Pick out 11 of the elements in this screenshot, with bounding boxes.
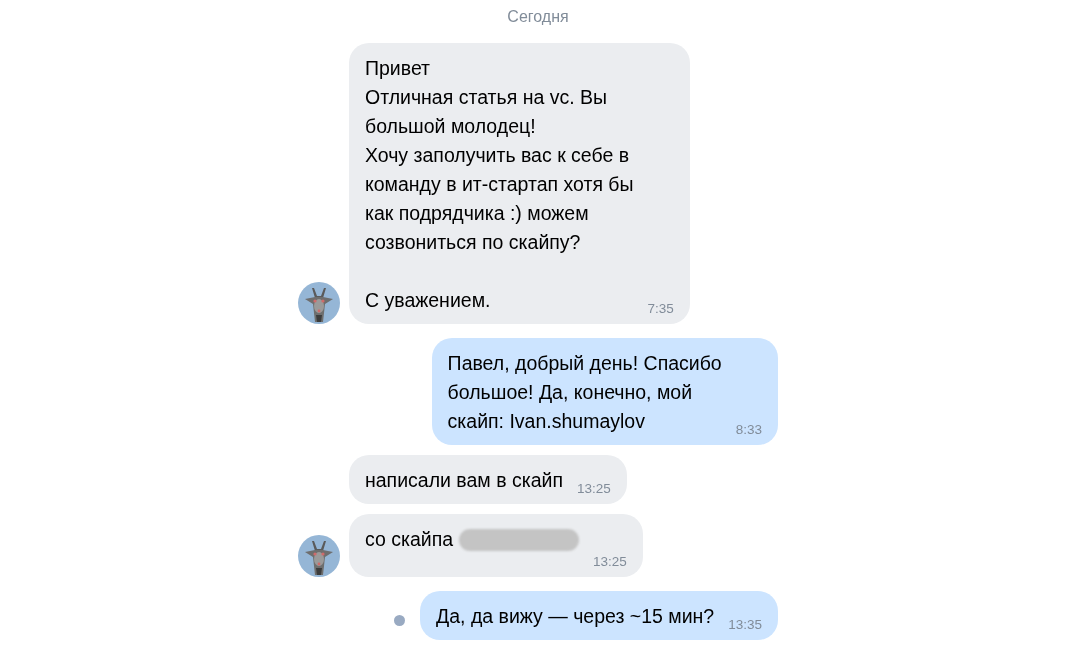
message-time: 13:25 [576, 481, 611, 496]
message-text: Да, да вижу — через ~15 мин? [436, 604, 715, 629]
message-time: 13:25 [593, 554, 627, 569]
message-time: 8:33 [735, 422, 762, 437]
message-text: Привет Отличная статья на vc. Вы большой молодец! Хочу заполучить вас к себе в команду в ит-стартап хотя бы как подрядчика :) можем созвониться по скайпу? С уважением. [365, 56, 634, 313]
message-text: написали вам в скайп [365, 468, 563, 493]
message-time: 7:35 [647, 301, 674, 316]
message-text: Павел, добрый день! Спасибо большое! Да, конечно, мой скайп: Ivan.shumaylov [447, 351, 722, 434]
message-text: со скайпа [365, 527, 454, 552]
date-divider: Сегодня [507, 8, 569, 26]
message-time: 13:35 [728, 617, 762, 632]
